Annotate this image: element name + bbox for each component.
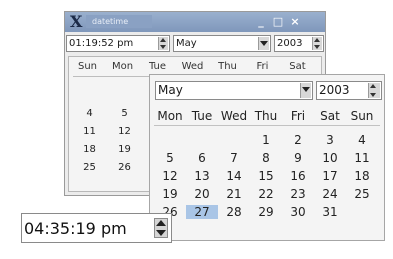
dropdown-arrow-icon[interactable] [258,37,269,50]
spin-arrows-icon[interactable] [154,218,168,238]
time-spinbox[interactable]: 04:35:19 pm [21,213,172,243]
day-cell[interactable]: 4 [72,108,107,119]
day-cell[interactable]: 5 [107,108,142,119]
year-spinbox[interactable]: 2003 [274,35,324,52]
weekday-label: Mon [157,109,183,123]
weekday-label: Sun [77,61,98,72]
day-cell[interactable]: 24 [314,187,346,201]
time-value: 01:19:52 pm [69,38,134,49]
day-cell[interactable]: 5 [154,151,186,165]
day-cell[interactable]: 16 [282,169,314,183]
day-cell[interactable]: 31 [314,205,346,219]
toolbar: 01:19:52 pm May 2003 [65,32,325,54]
weekday-label: Sun [350,109,374,123]
time-spinbox[interactable]: 01:19:52 pm [66,35,170,52]
day-cell[interactable]: 25 [346,187,378,201]
day-cell[interactable]: 20 [186,187,218,201]
weekday-label: Fri [256,61,269,72]
day-cell[interactable]: 10 [314,151,346,165]
weekday-label: Thu [218,61,237,72]
day-cell[interactable]: 15 [250,169,282,183]
day-cell[interactable]: 23 [282,187,314,201]
day-cell[interactable]: 17 [314,169,346,183]
day-cell[interactable]: 18 [72,144,107,155]
day-cell[interactable]: 7 [218,151,250,165]
day-cell[interactable]: 26 [107,162,142,173]
day-cell[interactable]: 30 [282,205,314,219]
spin-arrows-icon[interactable] [368,83,380,98]
day-cell[interactable]: 22 [250,187,282,201]
month-combo[interactable]: May [155,81,313,100]
day-cell[interactable]: 29 [250,205,282,219]
x-logo-icon: X [70,12,83,31]
time-value: 04:35:19 pm [24,219,127,238]
day-cell[interactable]: 3 [314,133,346,147]
day-cell[interactable]: 13 [186,169,218,183]
day-cell[interactable]: 11 [346,151,378,165]
month-value: May [176,38,197,49]
weekday-label: Thu [254,109,278,123]
weekday-label: Tue [148,61,167,72]
year-spinbox[interactable]: 2003 [316,81,382,100]
day-cell[interactable]: 25 [72,162,107,173]
day-cell[interactable]: 28 [218,205,250,219]
titlebar[interactable]: X datetime _ □ × [65,12,325,32]
year-value: 2003 [319,83,350,97]
day-cell[interactable]: 27 [186,205,218,219]
day-cell[interactable]: 9 [282,151,314,165]
weekday-label: Sat [320,109,340,123]
weekday-label: Mon [111,61,134,72]
maximize-button[interactable]: □ [271,14,285,29]
close-button[interactable]: × [288,14,302,29]
weekday-header: Mon Tue Wed Thu Fri Sat Sun [150,109,384,125]
weekday-label: Fri [290,109,306,123]
weekday-label: Wed [181,61,204,72]
day-cell[interactable]: 2 [282,133,314,147]
day-cell[interactable]: 1 [250,133,282,147]
day-cell[interactable]: 19 [154,187,186,201]
day-cell[interactable]: 12 [107,126,142,137]
year-value: 2003 [277,38,303,49]
spin-arrows-icon[interactable] [312,37,322,50]
window-title: datetime [86,15,152,28]
day-cell[interactable]: 18 [346,169,378,183]
day-cell[interactable]: 12 [154,169,186,183]
day-cell[interactable]: 4 [346,133,378,147]
day-cell[interactable]: 19 [107,144,142,155]
day-cell[interactable]: 6 [186,151,218,165]
divider [154,125,380,126]
minimize-button[interactable]: _ [254,14,268,29]
weekday-label: Tue [191,109,213,123]
dropdown-arrow-icon[interactable] [300,83,311,98]
weekday-label: Wed [220,109,248,123]
front-calendar-widget: May 2003 Mon Tue Wed Thu Fri Sat Sun 123… [149,74,385,241]
weekday-header: Sun Mon Tue Wed Thu Fri Sat [69,61,321,75]
month-combo[interactable]: May [173,35,271,52]
weekday-label: Sat [289,61,306,72]
day-cell[interactable]: 8 [250,151,282,165]
day-cell[interactable]: 11 [72,126,107,137]
spin-arrows-icon[interactable] [158,37,168,50]
day-cell[interactable]: 21 [218,187,250,201]
day-cell[interactable]: 14 [218,169,250,183]
month-value: May [158,83,183,97]
